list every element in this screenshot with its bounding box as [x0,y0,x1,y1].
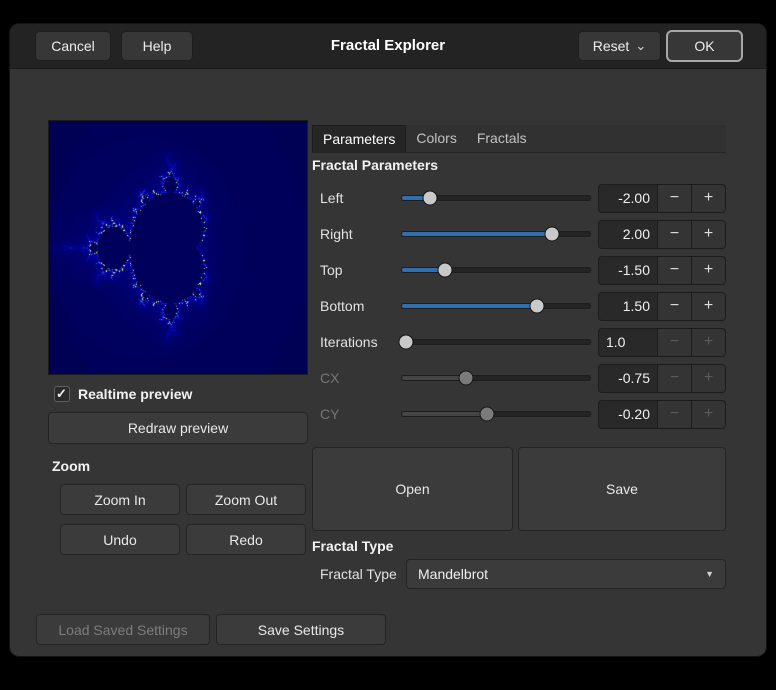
decrement-button[interactable]: − [658,292,692,321]
realtime-preview-checkbox[interactable]: ✓ [54,386,70,402]
iterations-slider[interactable] [402,324,590,360]
help-button[interactable]: Help [121,31,193,61]
cx-value: -0.75 [598,364,658,393]
fractal-type-label: Fractal Type [312,566,406,582]
slider-thumb [458,371,473,386]
zoom-out-button[interactable]: Zoom Out [186,484,306,515]
fractal-type-row: Fractal Type Mandelbrot ▼ [312,556,726,592]
top-slider[interactable] [402,252,590,288]
increment-button[interactable]: + [692,184,726,213]
parameter-label: Left [312,190,402,206]
fractal-preview[interactable] [48,120,308,375]
bottom-spinbutton: 1.50 − + [598,292,726,321]
zoom-section-heading: Zoom [52,458,90,474]
slider-fill [402,232,552,236]
parameter-label: Iterations [312,334,402,350]
fractal-preview-canvas[interactable] [49,121,307,374]
bottom-slider[interactable] [402,288,590,324]
realtime-preview-row: ✓ Realtime preview [54,385,192,403]
decrement-button: − [658,328,692,357]
notebook-tab-bar: Parameters Colors Fractals [312,125,726,153]
cy-spinbutton: -0.20 − + [598,400,726,429]
parameter-row-right: Right 2.00 − + [312,216,726,252]
slider-fill [402,376,466,380]
parameter-label: Top [312,262,402,278]
left-slider[interactable] [402,180,590,216]
slider-thumb [479,407,494,422]
chevron-down-icon: ⌄ [635,41,646,51]
right-value[interactable]: 2.00 [598,220,658,249]
redraw-preview-button[interactable]: Redraw preview [48,412,308,444]
increment-button: + [692,400,726,429]
dropdown-arrow-icon: ▼ [705,569,714,579]
top-spinbutton: -1.50 − + [598,256,726,285]
iterations-value[interactable]: 1.0 [598,328,658,357]
cx-spinbutton: -0.75 − + [598,364,726,393]
decrement-button[interactable]: − [658,256,692,285]
cy-value: -0.20 [598,400,658,429]
parameter-row-top: Top -1.50 − + [312,252,726,288]
top-value[interactable]: -1.50 [598,256,658,285]
reset-label: Reset [593,38,630,54]
parameter-label: Bottom [312,298,402,314]
slider-thumb[interactable] [438,263,453,278]
fractal-explorer-dialog: Fractal Explorer Cancel Help Reset ⌄ OK … [10,24,766,656]
parameter-label: CX [312,370,402,386]
realtime-preview-label: Realtime preview [78,386,192,402]
parameter-label: CY [312,406,402,422]
reset-button[interactable]: Reset ⌄ [578,31,661,61]
slider-thumb[interactable] [423,191,438,206]
fractal-parameters-heading: Fractal Parameters [312,157,438,173]
cancel-button[interactable]: Cancel [35,31,111,61]
decrement-button: − [658,400,692,429]
parameter-row-cy: CY -0.20 − + [312,396,726,432]
bottom-value[interactable]: 1.50 [598,292,658,321]
save-settings-button[interactable]: Save Settings [216,614,386,645]
decrement-button[interactable]: − [658,220,692,249]
slider-fill [402,304,537,308]
decrement-button: − [658,364,692,393]
tab-parameters[interactable]: Parameters [312,125,406,152]
fractal-type-dropdown[interactable]: Mandelbrot ▼ [406,559,726,589]
ok-button[interactable]: OK [666,30,743,62]
left-value[interactable]: -2.00 [598,184,658,213]
slider-track [402,340,590,344]
open-button[interactable]: Open [312,447,513,531]
parameter-label: Right [312,226,402,242]
zoom-in-button[interactable]: Zoom In [60,484,180,515]
parameter-row-bottom: Bottom 1.50 − + [312,288,726,324]
increment-button[interactable]: + [692,256,726,285]
parameter-row-left: Left -2.00 − + [312,180,726,216]
increment-button: + [692,328,726,357]
increment-button[interactable]: + [692,292,726,321]
decrement-button[interactable]: − [658,184,692,213]
slider-fill [402,412,487,416]
slider-thumb[interactable] [398,335,413,350]
cx-slider [402,360,590,396]
fractal-type-value: Mandelbrot [418,566,488,582]
load-saved-settings-button[interactable]: Load Saved Settings [36,614,210,645]
slider-thumb[interactable] [530,299,545,314]
save-button[interactable]: Save [518,447,726,531]
left-spinbutton: -2.00 − + [598,184,726,213]
increment-button: + [692,364,726,393]
right-spinbutton: 2.00 − + [598,220,726,249]
iterations-spinbutton: 1.0 − + [598,328,726,357]
fractal-type-heading: Fractal Type [312,538,393,554]
header-bar: Fractal Explorer Cancel Help Reset ⌄ OK [10,24,766,69]
undo-button[interactable]: Undo [60,524,180,555]
check-icon: ✓ [56,386,67,402]
tab-colors[interactable]: Colors [406,125,466,152]
parameter-row-iterations: Iterations 1.0 − + [312,324,726,360]
slider-thumb[interactable] [545,227,560,242]
increment-button[interactable]: + [692,220,726,249]
redo-button[interactable]: Redo [186,524,306,555]
parameter-row-cx: CX -0.75 − + [312,360,726,396]
tab-fractals[interactable]: Fractals [467,125,537,152]
right-slider[interactable] [402,216,590,252]
cy-slider [402,396,590,432]
